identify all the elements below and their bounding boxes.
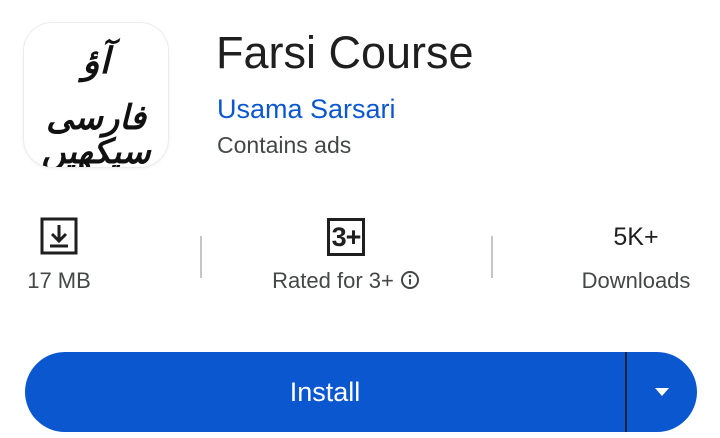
stat-downloads: 5K+ Downloads (556, 214, 716, 294)
caret-down-icon (655, 388, 669, 396)
app-icon-text-line1: آؤ (82, 40, 110, 82)
install-split-button: Install (25, 352, 697, 432)
app-icon[interactable]: آؤ فارسی سیکھیں (24, 23, 168, 167)
downloads-label: Downloads (581, 268, 691, 293)
rating-label: Rated for 3+ (272, 268, 394, 293)
stat-rating: 3+ Rated for 3+ (246, 214, 446, 294)
stat-divider (491, 236, 493, 278)
app-title: Farsi Course (216, 27, 474, 78)
ads-notice: Contains ads (217, 132, 352, 158)
stat-divider (200, 236, 202, 278)
content-rating-badge: 3+ (327, 218, 365, 256)
install-button[interactable]: Install (25, 352, 625, 432)
app-details-page: آؤ فارسی سیکھیں Farsi Course Usama Sarsa… (0, 0, 720, 438)
developer-link[interactable]: Usama Sarsari (217, 94, 396, 125)
download-icon (40, 217, 78, 255)
rating-label-row[interactable]: Rated for 3+ (246, 268, 446, 294)
app-icon-text-line2: فارسی سیکھیں (41, 98, 151, 167)
downloads-value: 5K+ (613, 222, 659, 251)
info-icon[interactable] (400, 270, 420, 290)
stat-size: 17 MB (0, 214, 118, 294)
install-options-button[interactable] (627, 352, 697, 432)
size-label: 17 MB (27, 268, 91, 293)
